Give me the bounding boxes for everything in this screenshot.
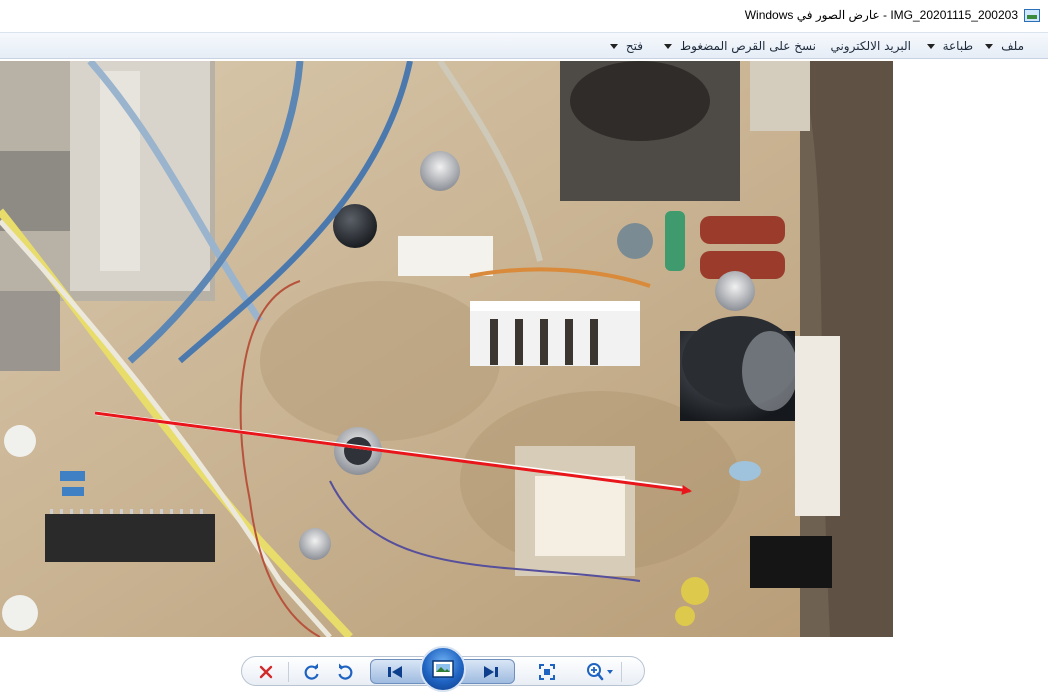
- title-bar: IMG_20201115_200203 - عارض الصور في Wind…: [0, 0, 1048, 32]
- bottom-toolbar: [0, 639, 1048, 697]
- rotate-ccw-icon: [338, 663, 353, 680]
- menu-email[interactable]: البريد الالكتروني: [830, 39, 911, 55]
- menu-bar: ملف طباعة البريد الالكتروني نسخ على القر…: [0, 32, 1048, 59]
- fit-window-icon: [539, 664, 555, 680]
- circuit-board-photo: [0, 61, 893, 637]
- slideshow-button[interactable]: [420, 646, 466, 692]
- rotate-counterclockwise-button[interactable]: [334, 661, 356, 683]
- menu-email-label: البريد الالكتروني: [830, 39, 911, 53]
- rotate-clockwise-button[interactable]: [301, 661, 323, 683]
- chevron-down-icon: [926, 44, 935, 49]
- photo-viewer-icon: [1024, 9, 1040, 22]
- toolbar-separator: [288, 662, 289, 682]
- menu-open[interactable]: فتح: [609, 39, 643, 55]
- previous-button[interactable]: [384, 661, 406, 683]
- zoom-button[interactable]: [584, 661, 618, 683]
- delete-button[interactable]: [255, 661, 277, 683]
- skip-forward-icon: [484, 666, 498, 678]
- magnifier-plus-icon: [587, 663, 613, 681]
- window-title: IMG_20201115_200203 - عارض الصور في Wind…: [744, 8, 1018, 22]
- chevron-down-icon: [607, 670, 613, 674]
- menu-file-label: ملف: [1001, 39, 1024, 53]
- red-x-icon: [259, 665, 273, 679]
- menu-print[interactable]: طباعة: [926, 39, 973, 55]
- next-button[interactable]: [480, 661, 502, 683]
- toolbar-separator: [621, 662, 622, 682]
- rotate-cw-icon: [304, 663, 319, 680]
- menu-burn[interactable]: نسخ على القرص المضغوط: [664, 39, 816, 55]
- menu-print-label: طباعة: [942, 39, 973, 53]
- menu-file[interactable]: ملف: [985, 39, 1024, 55]
- slideshow-icon: [432, 660, 454, 678]
- chevron-down-icon: [664, 44, 673, 49]
- image-viewport[interactable]: [0, 59, 1048, 639]
- chevron-down-icon: [609, 44, 618, 49]
- menu-burn-label: نسخ على القرص المضغوط: [680, 39, 816, 53]
- skip-back-icon: [388, 666, 402, 678]
- menu-open-label: فتح: [625, 39, 643, 53]
- actual-size-button[interactable]: [536, 661, 558, 683]
- chevron-down-icon: [985, 44, 994, 49]
